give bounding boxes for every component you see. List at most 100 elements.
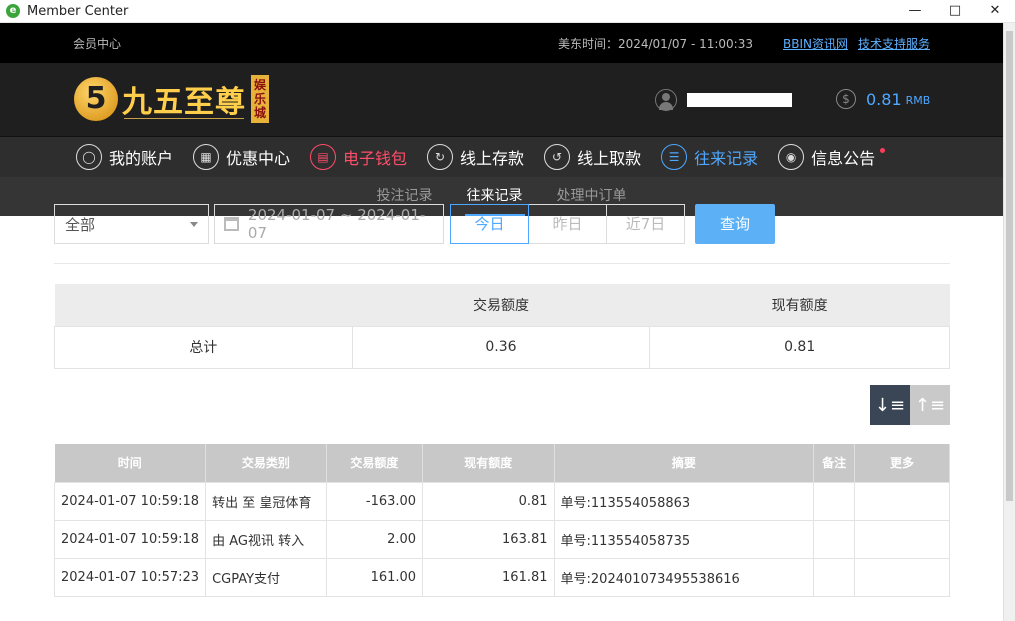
table-row: 2024-01-07 10:59:18 由 AG视讯 转入 2.00 163.8…	[53, 519, 951, 559]
table-row: 2024-01-07 10:57:23 CGPAY支付 161.00 161.8…	[53, 557, 951, 597]
table-header: 交易类别	[205, 444, 327, 482]
summary-cell: 总计	[54, 325, 353, 369]
summary-cell: 0.81	[649, 325, 950, 369]
table-header: 时间	[54, 444, 207, 482]
maximize-button[interactable]: □	[935, 0, 975, 23]
table-header: 备注	[813, 444, 855, 482]
sort-ascending-icon[interactable]: ↑≡	[910, 385, 950, 425]
gift-icon: ▦	[193, 144, 220, 170]
cell-type: 由 AG视讯 转入	[205, 519, 327, 559]
eastern-time: 美东时间：2024/01/07 - 11:00:33	[557, 36, 753, 51]
user-icon: ◯	[76, 144, 102, 170]
bbin-news-link[interactable]: BBIN资讯网	[783, 35, 848, 52]
chevron-down-icon	[190, 222, 198, 227]
logo-badge: 5	[74, 77, 118, 121]
nav-my-account[interactable]: ◯ 我的账户	[76, 144, 173, 170]
withdraw-icon: ↺	[544, 144, 571, 170]
period-7days-button[interactable]: 近7日	[606, 204, 685, 244]
records-table: 时间 交易类别 交易额度 现有额度 摘要 备注 更多 2024-01-07 10…	[53, 444, 951, 597]
top-info-bar: 会员中心 美东时间：2024/01/07 - 11:00:33 BBIN资讯网 …	[0, 23, 1003, 63]
vertical-scrollbar[interactable]	[1003, 23, 1015, 621]
cell-amount: 2.00	[325, 519, 424, 559]
scrollbar-thumb[interactable]	[1006, 31, 1013, 501]
wallet-icon: ▤	[310, 144, 337, 170]
summary-header	[54, 284, 353, 326]
table-header: 交易额度	[326, 444, 424, 482]
member-center-label: 会员中心	[73, 36, 122, 51]
nav-label: 线上存款	[460, 149, 525, 168]
nav-label: 信息公告	[811, 149, 876, 168]
records-icon: ☰	[661, 144, 688, 170]
app-icon: e	[6, 4, 20, 18]
table-row: 2024-01-07 10:59:18 转出 至 皇冠体育 -163.00 0.…	[53, 481, 951, 521]
balance-display: $ 0.81 RMB	[836, 89, 930, 109]
nav-withdraw[interactable]: ↺ 线上取款	[544, 144, 641, 170]
summary-cell: 0.36	[351, 325, 651, 369]
close-button[interactable]: ✕	[975, 0, 1015, 23]
summary-total-row: 总计 0.36 0.81	[54, 325, 950, 369]
cell-note	[813, 481, 855, 521]
balance-currency: RMB	[905, 94, 931, 107]
bell-icon: ◉	[778, 144, 805, 170]
nav-deposit[interactable]: ↻ 线上存款	[427, 144, 524, 170]
cell-time: 2024-01-07 10:59:18	[53, 519, 207, 559]
user-box[interactable]	[655, 89, 792, 111]
cell-note	[813, 557, 855, 597]
period-today-button[interactable]: 今日	[450, 204, 529, 244]
window-titlebar: e Member Center — □ ✕	[0, 0, 1015, 23]
cell-summary: 单号:113554058863	[553, 481, 815, 521]
summary-header-row: 交易额度 现有额度	[54, 284, 950, 326]
sort-descending-icon[interactable]: ↓≡	[870, 385, 910, 425]
balance-amount: 0.81	[866, 89, 902, 109]
period-selector: 今日 昨日 近7日	[450, 204, 685, 244]
cell-type: CGPAY支付	[205, 557, 327, 597]
logo-flourish	[124, 118, 244, 124]
table-header: 现有额度	[422, 444, 555, 482]
nav-promotions[interactable]: ▦ 优惠中心	[193, 144, 290, 170]
date-range-value: 2024-01-07 ~ 2024-01-07	[247, 206, 426, 242]
type-select[interactable]: 全部	[54, 204, 209, 244]
sort-buttons: ↓≡ ↑≡	[870, 385, 950, 425]
nav-records[interactable]: ☰ 往来记录	[661, 144, 758, 170]
nav-e-wallet[interactable]: ▤ 电子钱包	[310, 144, 407, 170]
filter-bar: 全部 2024-01-07 ~ 2024-01-07 今日 昨日 近7日 查询	[54, 204, 775, 244]
minimize-button[interactable]: —	[895, 0, 935, 23]
table-header: 摘要	[554, 444, 815, 482]
calendar-icon	[224, 217, 239, 231]
cell-summary: 单号:202401073495538616	[553, 557, 815, 597]
period-yesterday-button[interactable]: 昨日	[528, 204, 607, 244]
cell-balance: 0.81	[422, 481, 555, 521]
main-nav: ◯ 我的账户 ▦ 优惠中心 ▤ 电子钱包 ↻ 线上存款 ↺ 线上取款 ☰ 往来记录 ◉ 信息公…	[0, 136, 1003, 177]
deposit-icon: ↻	[427, 144, 454, 170]
records-header-row: 时间 交易类别 交易额度 现有额度 摘要 备注 更多	[54, 444, 951, 482]
cell-balance: 163.81	[422, 519, 555, 559]
tech-support-link[interactable]: 技术支持服务	[858, 35, 930, 52]
cell-more[interactable]	[853, 519, 951, 559]
summary-header: 现有额度	[649, 284, 950, 326]
table-header: 更多	[854, 444, 951, 482]
cell-more[interactable]	[853, 481, 951, 521]
cell-more[interactable]	[853, 557, 951, 597]
dollar-coin-icon: $	[836, 89, 856, 109]
cell-amount: 161.00	[325, 557, 424, 597]
nav-label: 线上取款	[577, 149, 642, 168]
divider	[54, 263, 950, 264]
notification-dot	[880, 147, 886, 153]
nav-label: 电子钱包	[343, 149, 408, 168]
site-logo[interactable]: 5 九五至尊 娱乐城	[74, 72, 269, 126]
cell-time: 2024-01-07 10:57:23	[53, 557, 207, 597]
cell-note	[813, 519, 855, 559]
summary-header: 交易额度	[352, 284, 650, 326]
date-range-input[interactable]: 2024-01-07 ~ 2024-01-07	[214, 204, 444, 244]
cell-balance: 161.81	[422, 557, 555, 597]
nav-label: 我的账户	[109, 149, 174, 168]
query-button[interactable]: 查询	[695, 204, 775, 244]
nav-label: 优惠中心	[226, 149, 291, 168]
window-title: Member Center	[27, 3, 129, 19]
type-select-value: 全部	[65, 215, 96, 234]
nav-announcements[interactable]: ◉ 信息公告	[778, 144, 886, 170]
cell-time: 2024-01-07 10:59:18	[53, 481, 207, 521]
cell-type: 转出 至 皇冠体育	[205, 481, 327, 521]
logo-brand: 九五至尊	[122, 85, 246, 120]
avatar-icon	[655, 89, 677, 111]
